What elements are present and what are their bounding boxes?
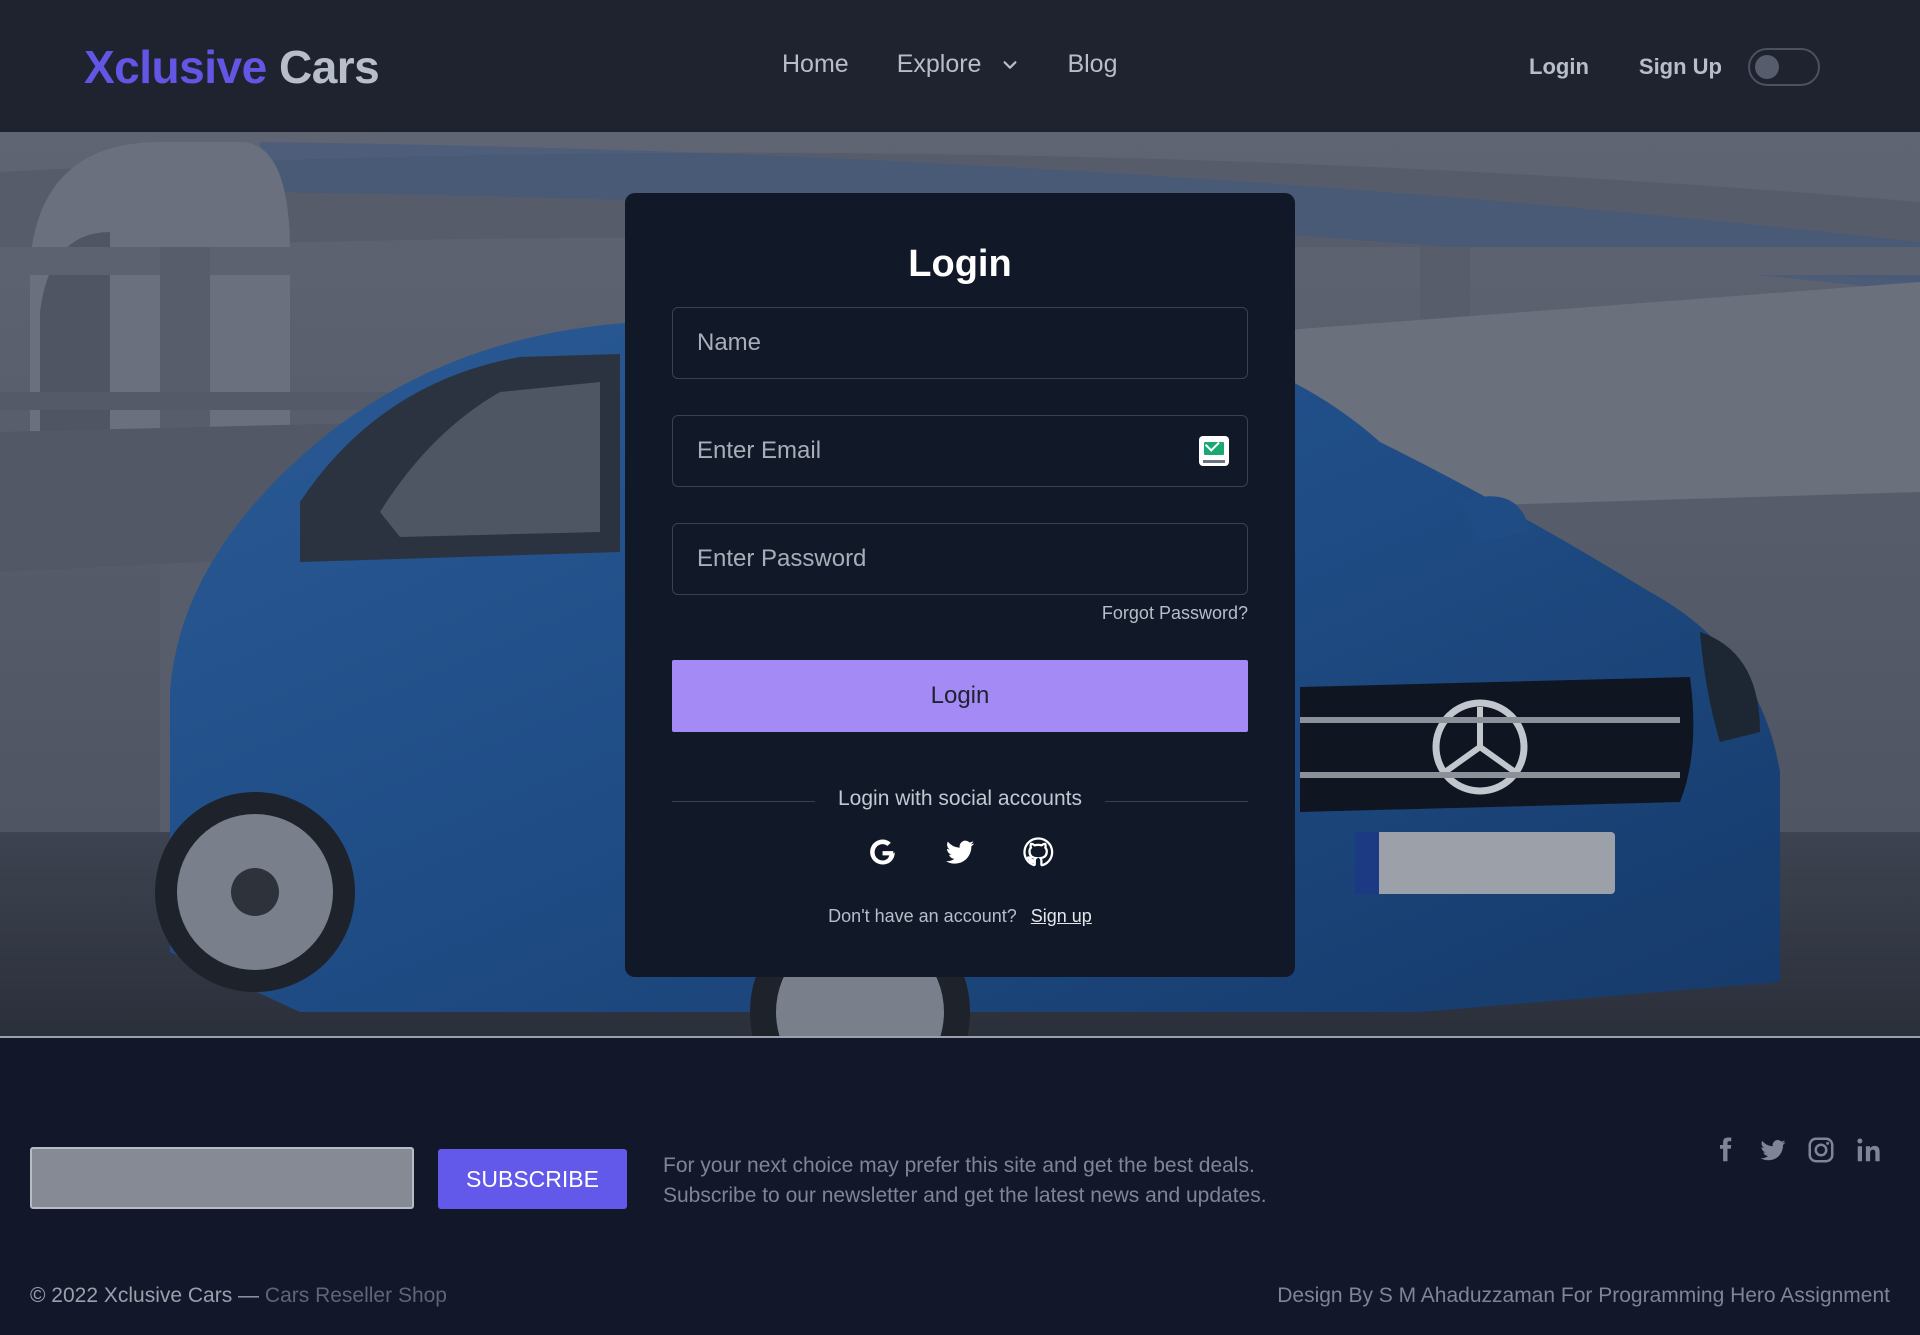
newsletter-email-input[interactable] — [30, 1147, 414, 1209]
signup-link[interactable]: Sign up — [1031, 906, 1092, 926]
nav-explore-label: Explore — [896, 50, 982, 78]
header-signup-link[interactable]: Sign Up — [1639, 54, 1722, 80]
no-account-text: Don't have an account? — [828, 906, 1017, 926]
email-input[interactable] — [697, 437, 1177, 465]
signup-prompt: Don't have an account? Sign up — [625, 906, 1295, 927]
brand-name-primary: Xclusive — [84, 41, 267, 93]
brand-name-secondary: Cars — [278, 41, 380, 93]
password-field[interactable] — [672, 523, 1248, 595]
email-field[interactable] — [672, 415, 1248, 487]
header-login-link[interactable]: Login — [1529, 54, 1589, 80]
divider-line-right — [1105, 801, 1248, 802]
toggle-knob — [1755, 55, 1779, 79]
linkedin-icon[interactable] — [1854, 1135, 1884, 1165]
name-input[interactable] — [697, 329, 1177, 357]
chevron-down-icon — [1003, 60, 1017, 69]
footer-social-links — [1692, 1135, 1884, 1165]
password-input[interactable] — [697, 545, 1177, 573]
design-credit: Design By S M Ahaduzzaman For Programmin… — [1277, 1284, 1890, 1307]
theme-toggle[interactable] — [1748, 48, 1820, 86]
envelope-icon — [1204, 442, 1224, 455]
subscribe-button[interactable]: SUBSCRIBE — [438, 1149, 627, 1209]
twitter-icon[interactable] — [943, 835, 977, 869]
forgot-password-link[interactable]: Forgot Password? — [1102, 603, 1248, 624]
github-icon[interactable] — [1021, 835, 1055, 869]
copyright-main: © 2022 Xclusive Cars — — [30, 1284, 260, 1307]
instagram-icon[interactable] — [1806, 1135, 1836, 1165]
top-navbar: Xclusive Cars Home Explore Blog Login Si… — [0, 0, 1920, 132]
login-card: Login Forgot Password? Login Login with … — [625, 193, 1295, 977]
login-title: Login — [908, 243, 1012, 285]
social-login-buttons — [625, 835, 1295, 869]
copyright-text: © 2022 Xclusive Cars — Cars Reseller Sho… — [30, 1284, 447, 1308]
google-icon[interactable] — [865, 835, 899, 869]
nav-explore-dropdown[interactable]: Explore — [897, 50, 1020, 79]
twitter-icon[interactable] — [1758, 1135, 1788, 1165]
social-divider: Login with social accounts — [672, 787, 1248, 817]
auth-links: Login Sign Up — [1529, 48, 1820, 86]
temp-mail-extension-icon[interactable] — [1199, 436, 1229, 466]
badge-caption-mark — [1203, 460, 1225, 463]
copyright-tagline: Cars Reseller Shop — [264, 1284, 447, 1307]
newsletter-description: For your next choice may prefer this sit… — [663, 1151, 1267, 1211]
name-field[interactable] — [672, 307, 1248, 379]
facebook-icon[interactable] — [1710, 1135, 1740, 1165]
newsletter-line-2: Subscribe to our newsletter and get the … — [663, 1184, 1267, 1207]
footer: SUBSCRIBE For your next choice may prefe… — [0, 1038, 1920, 1335]
brand-logo[interactable]: Xclusive Cars — [84, 40, 380, 94]
main-nav: Home Explore Blog — [782, 50, 1166, 79]
nav-blog-link[interactable]: Blog — [1067, 50, 1117, 79]
social-login-label: Login with social accounts — [838, 787, 1082, 810]
login-submit-button[interactable]: Login — [672, 660, 1248, 732]
nav-home-link[interactable]: Home — [782, 50, 849, 79]
newsletter-line-1: For your next choice may prefer this sit… — [663, 1154, 1255, 1177]
